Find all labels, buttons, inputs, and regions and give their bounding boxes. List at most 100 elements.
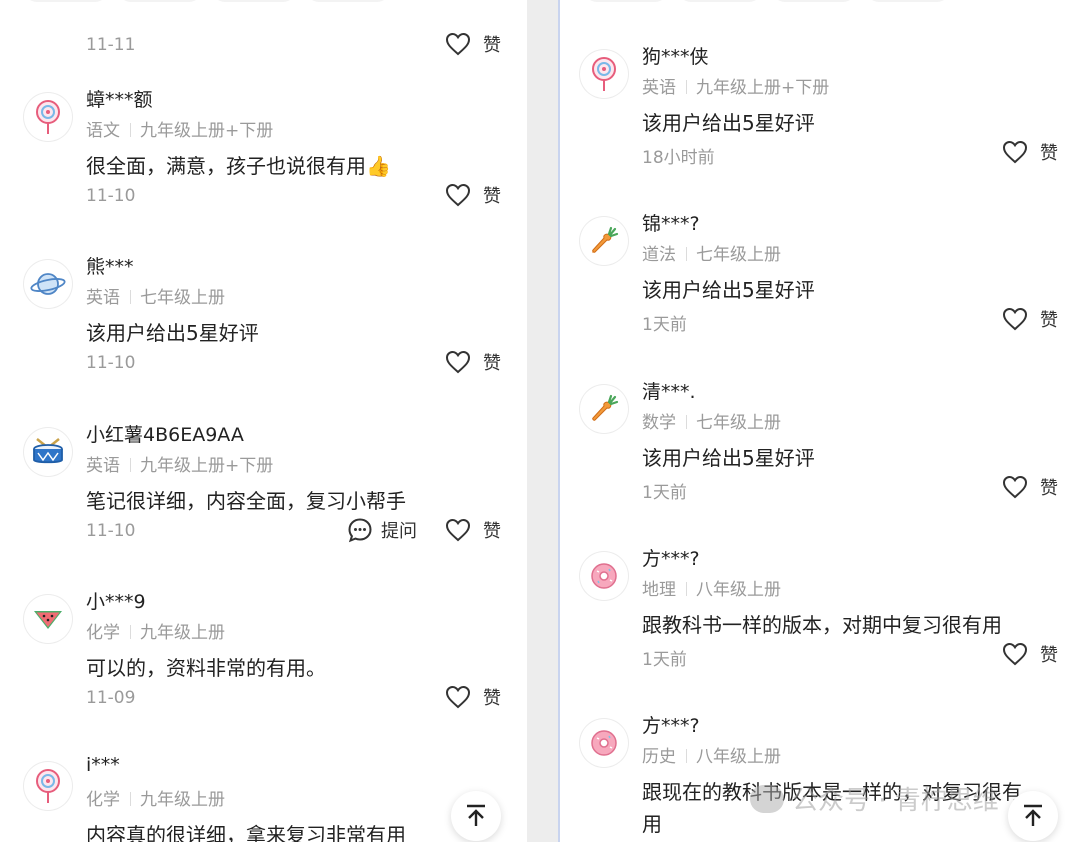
review-content: 该用户给出5星好评 <box>642 446 815 470</box>
review-meta: 英语 九年级上册+下册 <box>86 451 273 476</box>
like-button[interactable]: 赞 <box>445 684 501 710</box>
review-meta: 地理 八年级上册 <box>642 575 781 600</box>
like-button[interactable]: 赞 <box>1002 306 1058 332</box>
reviewer-name: 狗***侠 <box>642 46 709 68</box>
heart-icon <box>445 183 471 207</box>
chat-bubble-icon <box>348 518 372 543</box>
donut-icon[interactable] <box>580 719 628 767</box>
like-label: 赞 <box>483 35 501 56</box>
filter-chip[interactable] <box>118 0 202 2</box>
like-label: 赞 <box>1040 143 1058 164</box>
heart-icon <box>445 685 471 709</box>
review-date: 1天前 <box>642 315 687 335</box>
grade-label: 八年级上册 <box>696 580 781 600</box>
arrow-up-icon <box>467 804 485 826</box>
review-content: 很全面，满意，孩子也说很有用👍 <box>86 150 391 179</box>
review-date: 11-10 <box>86 353 136 373</box>
review-date: 1天前 <box>642 483 687 503</box>
lollipop-icon[interactable] <box>24 762 72 810</box>
watermelon-icon[interactable] <box>24 595 72 643</box>
review-content: 该用户给出5星好评 <box>86 321 259 345</box>
review-text: 很全面，满意，孩子也说很有用 <box>86 154 366 178</box>
filter-chip[interactable] <box>584 0 668 2</box>
subject-label: 化学 <box>86 623 120 643</box>
filter-chip[interactable] <box>24 0 108 2</box>
like-label: 赞 <box>483 186 501 207</box>
scroll-to-top-button[interactable] <box>451 791 501 841</box>
subject-label: 数学 <box>642 413 676 433</box>
like-label: 赞 <box>483 688 501 709</box>
review-meta: 历史 八年级上册 <box>642 742 781 767</box>
filter-chip[interactable] <box>212 0 296 2</box>
reviewer-name: 小***9 <box>86 591 146 613</box>
heart-icon <box>445 350 471 374</box>
subject-label: 历史 <box>642 747 676 767</box>
like-label: 赞 <box>1040 478 1058 499</box>
grade-label: 九年级上册 <box>140 623 225 643</box>
drum-icon[interactable] <box>24 428 72 476</box>
heart-icon <box>1002 475 1028 499</box>
heart-icon <box>445 518 471 542</box>
left-review-panel: 11-11 赞 蟑***额 语文 九年级上册+下册 很全面，满意，孩子也说很有用👍… <box>0 0 527 842</box>
carrot-icon[interactable] <box>580 217 628 265</box>
review-date: 1天前 <box>642 650 687 670</box>
like-button[interactable]: 赞 <box>445 517 501 543</box>
review-content: 可以的，资料非常的有用。 <box>86 656 326 680</box>
subject-label: 英语 <box>86 456 120 476</box>
subject-label: 道法 <box>642 245 676 265</box>
watermark-text: 公众号 · 青柠思维 <box>792 786 999 816</box>
like-button[interactable]: 赞 <box>445 31 501 57</box>
watermark: 公众号 · 青柠思维 <box>750 780 999 817</box>
like-button[interactable]: 赞 <box>1002 641 1058 667</box>
grade-label: 七年级上册 <box>140 288 225 308</box>
heart-icon <box>445 32 471 56</box>
review-date: 11-10 <box>86 521 136 541</box>
subject-label: 化学 <box>86 790 120 810</box>
like-button[interactable]: 赞 <box>445 182 501 208</box>
filter-chip[interactable] <box>866 0 950 2</box>
arrow-up-icon <box>1024 804 1042 826</box>
wechat-icon <box>750 784 784 813</box>
scroll-to-top-button[interactable] <box>1008 791 1058 841</box>
filter-chip[interactable] <box>772 0 856 2</box>
review-content: 该用户给出5星好评 <box>642 278 815 302</box>
review-content: 笔记很详细，内容全面，复习小帮手 <box>86 489 406 513</box>
review-content: 该用户给出5星好评 <box>642 111 815 135</box>
reviewer-name: 方***? <box>642 715 700 737</box>
ask-label: 提问 <box>381 521 417 542</box>
review-meta: 数学 七年级上册 <box>642 408 781 433</box>
like-label: 赞 <box>1040 310 1058 331</box>
reviewer-name: 蟑***额 <box>86 89 153 111</box>
grade-label: 九年级上册+下册 <box>696 78 830 98</box>
carrot-icon[interactable] <box>580 385 628 433</box>
grade-label: 八年级上册 <box>696 747 781 767</box>
reviewer-name: 锦***? <box>642 213 700 235</box>
subject-label: 英语 <box>86 288 120 308</box>
like-label: 赞 <box>483 353 501 374</box>
subject-label: 英语 <box>642 78 676 98</box>
review-meta: 道法 七年级上册 <box>642 240 781 265</box>
donut-icon[interactable] <box>580 552 628 600</box>
grade-label: 七年级上册 <box>696 245 781 265</box>
like-button[interactable]: 赞 <box>1002 139 1058 165</box>
reviewer-name: 清***. <box>642 381 696 403</box>
filter-chip[interactable] <box>306 0 390 2</box>
like-button[interactable]: 赞 <box>1002 474 1058 500</box>
lollipop-icon[interactable] <box>580 50 628 98</box>
ask-button[interactable]: 提问 <box>347 517 417 543</box>
planet-icon[interactable] <box>24 260 72 308</box>
review-content: 跟教科书一样的版本，对期中复习很有用 <box>642 613 1002 637</box>
heart-icon <box>1002 642 1028 666</box>
filter-chips <box>584 0 950 2</box>
grade-label: 九年级上册 <box>140 790 225 810</box>
review-meta: 英语 七年级上册 <box>86 283 225 308</box>
thumbs-up-emoji: 👍 <box>366 154 391 178</box>
reviewer-name: i*** <box>86 754 120 776</box>
lollipop-icon[interactable] <box>24 93 72 141</box>
filter-chip[interactable] <box>678 0 762 2</box>
like-button[interactable]: 赞 <box>445 349 501 375</box>
right-review-panel: 狗***侠 英语 九年级上册+下册 该用户给出5星好评 18小时前 赞 锦***?… <box>558 0 1080 842</box>
subject-label: 地理 <box>642 580 676 600</box>
grade-label: 七年级上册 <box>696 413 781 433</box>
review-date: 11-09 <box>86 688 136 708</box>
